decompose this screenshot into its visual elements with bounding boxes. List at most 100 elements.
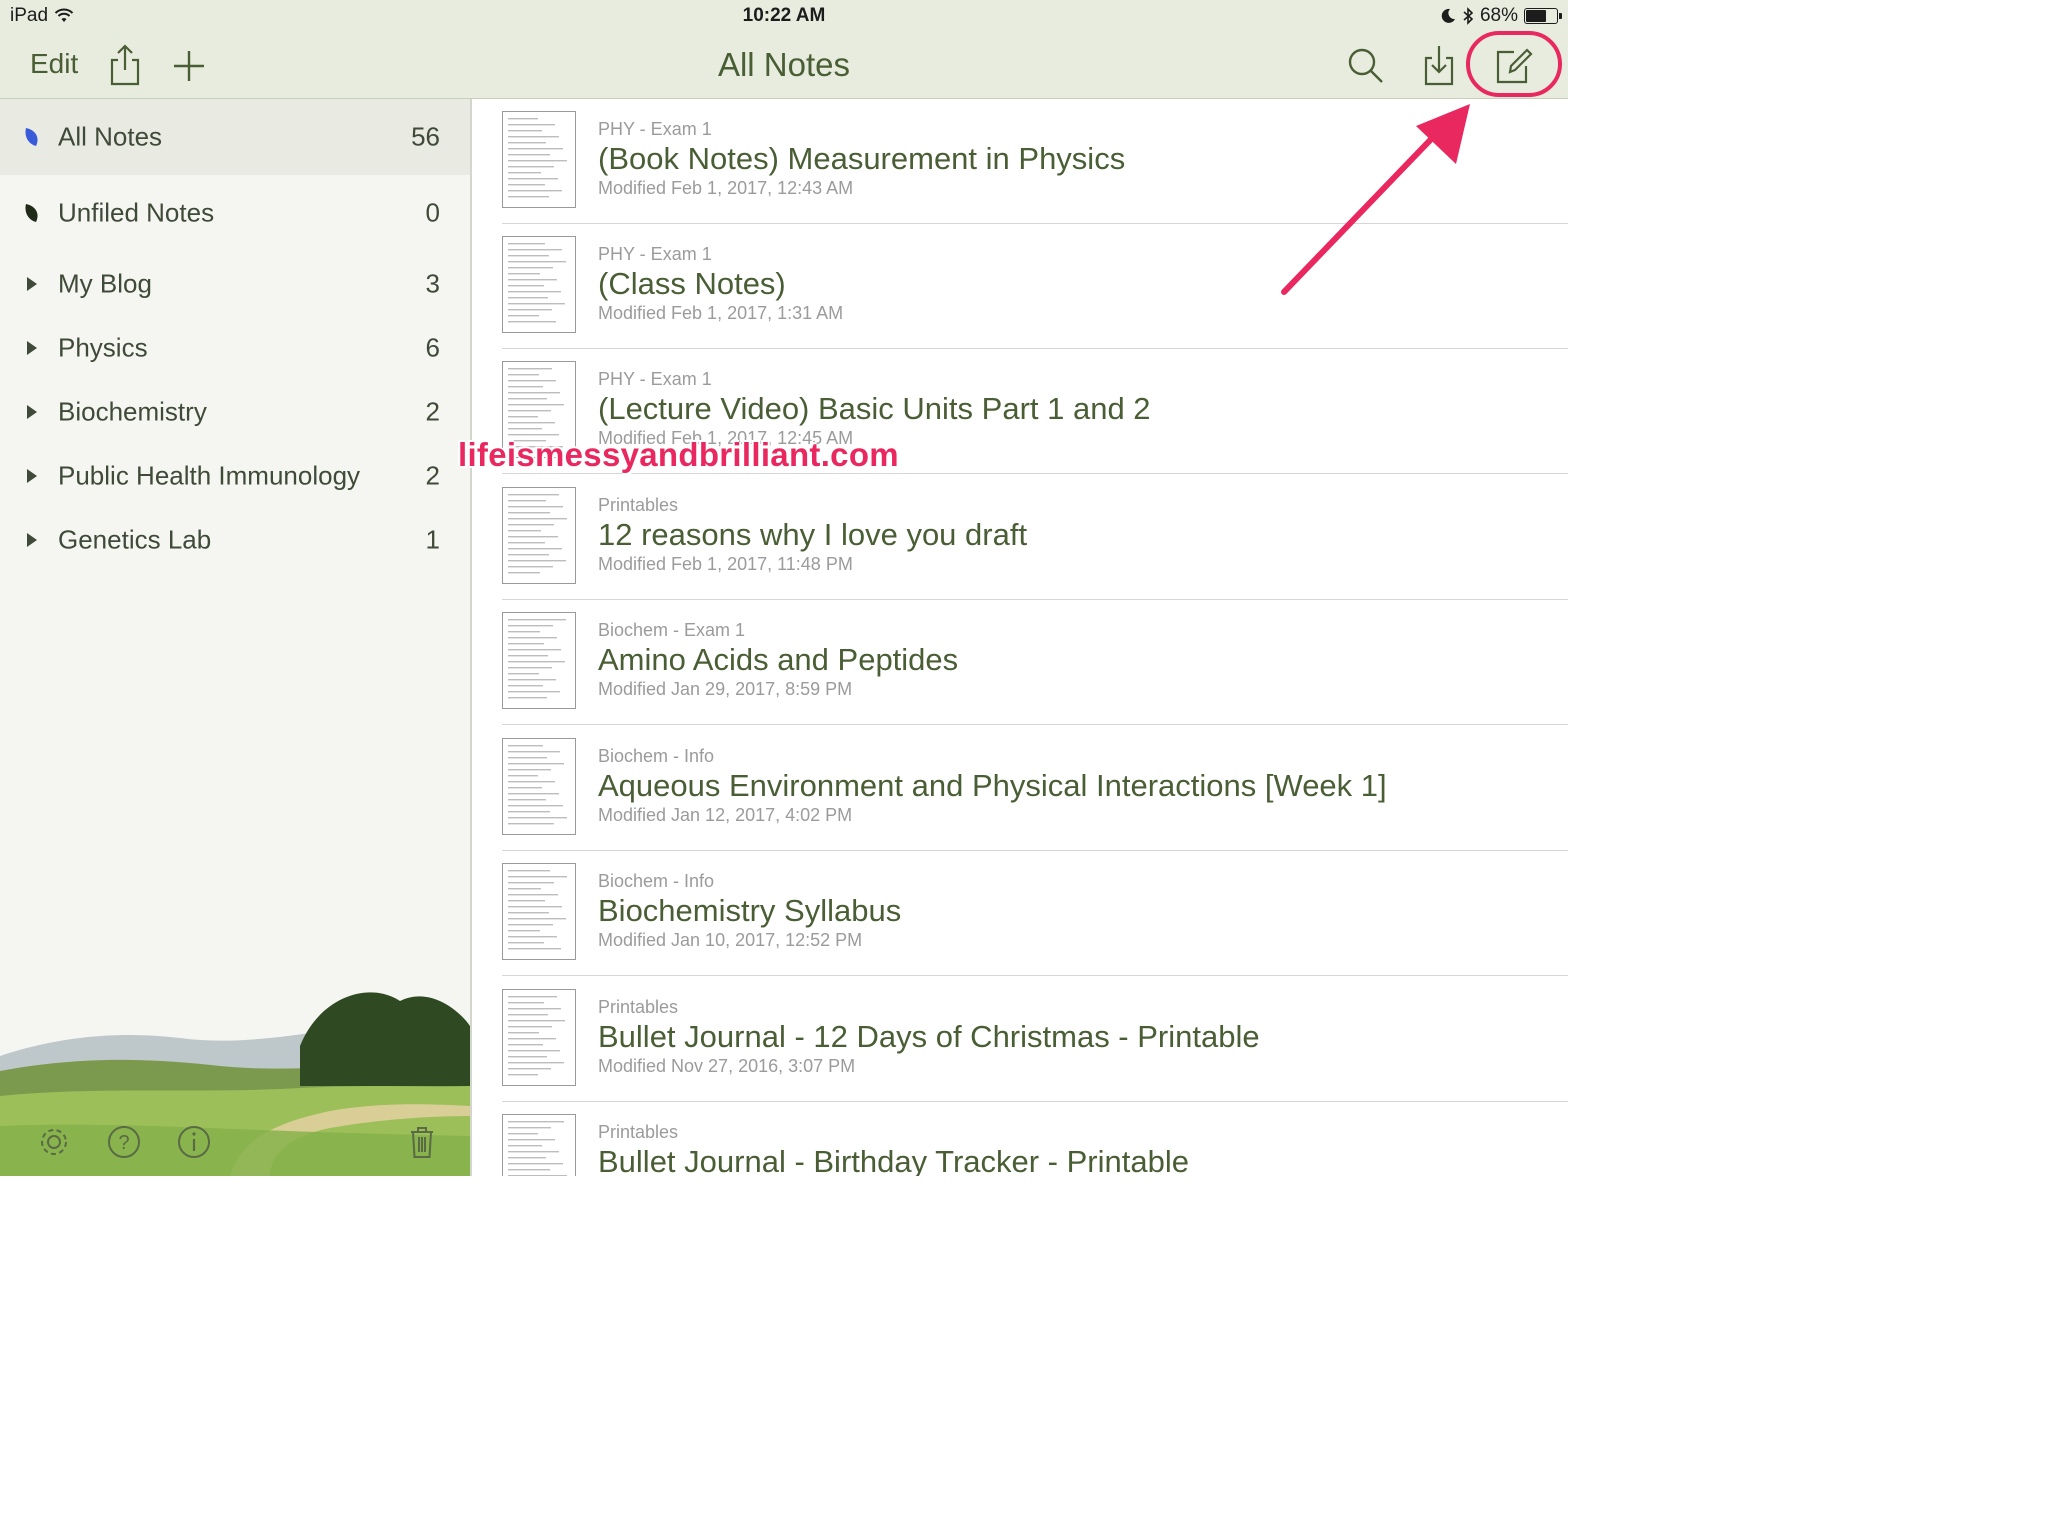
help-icon[interactable]: ? bbox=[104, 1122, 144, 1162]
sidebar-item-label: Genetics Lab bbox=[58, 524, 212, 555]
note-modified: Modified Feb 1, 2017, 11:48 PM bbox=[598, 554, 853, 574]
thumbnail-preview bbox=[508, 870, 567, 950]
note-row[interactable]: PHY - Exam 1 (Book Notes) Measurement in… bbox=[472, 99, 1568, 224]
note-notebook: PHY - Exam 1 bbox=[598, 244, 712, 264]
status-time: 10:22 AM bbox=[742, 5, 826, 26]
note-title: Bullet Journal - Birthday Tracker - Prin… bbox=[598, 1144, 1189, 1176]
sidebar-item-count: 1 bbox=[425, 524, 440, 555]
disclosure-triangle-icon[interactable] bbox=[22, 273, 42, 295]
svg-text:?: ? bbox=[118, 1132, 129, 1154]
note-notebook: Biochem - Info bbox=[598, 871, 715, 891]
sidebar-item-count: 3 bbox=[425, 268, 440, 299]
plus-icon[interactable] bbox=[164, 40, 214, 90]
share-icon[interactable] bbox=[100, 40, 150, 90]
sidebar-item-count: 2 bbox=[425, 460, 440, 491]
sidebar-item-physics[interactable]: Physics 6 bbox=[0, 316, 470, 380]
bluetooth-icon bbox=[1463, 7, 1474, 25]
note-title: Bullet Journal - 12 Days of Christmas - … bbox=[598, 1019, 1260, 1054]
note-title: Biochemistry Syllabus bbox=[598, 893, 902, 928]
sidebar-item-count: 56 bbox=[411, 121, 440, 152]
note-thumbnail bbox=[502, 236, 576, 333]
note-modified: Modified Nov 27, 2016, 3:07 PM bbox=[598, 1056, 856, 1076]
leaf-icon bbox=[25, 204, 38, 222]
sidebar-item-my-blog[interactable]: My Blog 3 bbox=[0, 252, 470, 316]
notes-list: PHY - Exam 1 (Book Notes) Measurement in… bbox=[472, 99, 1568, 1176]
sidebar-item-label: Biochemistry bbox=[58, 396, 207, 427]
compose-highlight-circle bbox=[1466, 31, 1562, 97]
moon-icon bbox=[1441, 8, 1455, 23]
sidebar-item-all-notes[interactable]: All Notes 56 bbox=[0, 99, 470, 175]
trash-icon[interactable] bbox=[402, 1122, 442, 1162]
note-modified: Modified Jan 10, 2017, 12:52 PM bbox=[598, 930, 863, 950]
note-thumbnail bbox=[502, 989, 576, 1086]
leaf-icon bbox=[25, 128, 38, 146]
note-title: Aqueous Environment and Physical Interac… bbox=[598, 768, 1387, 803]
thumbnail-preview bbox=[508, 1121, 567, 1176]
sidebar-item-unfiled-notes[interactable]: Unfiled Notes 0 bbox=[0, 181, 470, 245]
row-separator bbox=[502, 724, 1568, 725]
note-row[interactable]: Printables Bullet Journal - 12 Days of C… bbox=[472, 977, 1568, 1102]
sidebar: All Notes 56 Unfiled Notes 0 My Blog 3 P… bbox=[0, 99, 472, 1176]
sidebar-item-label: Unfiled Notes bbox=[58, 197, 215, 228]
note-notebook: Printables bbox=[598, 997, 679, 1017]
sidebar-item-genetics-lab[interactable]: Genetics Lab 1 bbox=[0, 508, 470, 572]
row-separator bbox=[502, 975, 1568, 976]
note-thumbnail bbox=[502, 738, 576, 835]
note-row[interactable]: Biochem - Info Biochemistry Syllabus Mod… bbox=[472, 851, 1568, 976]
battery-icon bbox=[1524, 8, 1562, 24]
note-thumbnail bbox=[502, 863, 576, 960]
page-title: All Notes bbox=[717, 46, 851, 83]
note-thumbnail bbox=[502, 111, 576, 208]
sidebar-item-count: 2 bbox=[425, 396, 440, 427]
edit-button[interactable]: Edit bbox=[30, 48, 78, 80]
note-row[interactable]: Printables Bullet Journal - Birthday Tra… bbox=[472, 1102, 1568, 1176]
sidebar-item-count: 0 bbox=[425, 197, 440, 228]
note-title: (Class Notes) bbox=[598, 266, 786, 301]
sidebar-item-label: My Blog bbox=[58, 268, 152, 299]
note-title: 12 reasons why I love you draft bbox=[598, 517, 1028, 552]
note-notebook: Printables bbox=[598, 1122, 679, 1142]
note-row[interactable]: Printables 12 reasons why I love you dra… bbox=[472, 475, 1568, 600]
note-title: (Lecture Video) Basic Units Part 1 and 2 bbox=[598, 391, 1151, 426]
note-thumbnail bbox=[502, 612, 576, 709]
note-thumbnail bbox=[502, 487, 576, 584]
sidebar-item-count: 6 bbox=[425, 332, 440, 363]
note-row[interactable]: PHY - Exam 1 (Class Notes) Modified Feb … bbox=[472, 224, 1568, 349]
status-right: 68% bbox=[1440, 5, 1562, 27]
note-modified: Modified Jan 29, 2017, 8:59 PM bbox=[598, 679, 853, 699]
settings-icon[interactable] bbox=[34, 1122, 74, 1162]
sidebar-item-label: Physics bbox=[58, 332, 148, 363]
sidebar-item-public-health-immunology[interactable]: Public Health Immunology 2 bbox=[0, 444, 470, 508]
disclosure-triangle-icon[interactable] bbox=[22, 337, 42, 359]
note-modified: Modified Feb 1, 2017, 12:43 AM bbox=[598, 178, 854, 198]
note-modified: Modified Feb 1, 2017, 1:31 AM bbox=[598, 303, 844, 323]
thumbnail-preview bbox=[508, 494, 567, 574]
nav-bar: Edit All Notes bbox=[0, 32, 1568, 99]
sidebar-item-label: All Notes bbox=[58, 121, 163, 152]
disclosure-triangle-icon[interactable] bbox=[22, 529, 42, 551]
thumbnail-preview bbox=[508, 619, 566, 699]
status-bar: iPad 10:22 AM 68% bbox=[0, 0, 1568, 32]
note-notebook: PHY - Exam 1 bbox=[598, 369, 712, 389]
note-title: Amino Acids and Peptides bbox=[598, 642, 959, 677]
note-row[interactable]: Biochem - Info Aqueous Environment and P… bbox=[472, 726, 1568, 851]
note-notebook: Biochem - Exam 1 bbox=[598, 620, 746, 640]
search-icon[interactable] bbox=[1340, 40, 1390, 90]
note-title: (Book Notes) Measurement in Physics bbox=[598, 141, 1126, 176]
watermark-text: lifeismessyandbrilliant.com bbox=[458, 436, 899, 473]
thumbnail-preview bbox=[508, 745, 567, 825]
info-icon[interactable] bbox=[174, 1122, 214, 1162]
disclosure-triangle-icon[interactable] bbox=[22, 401, 42, 423]
sidebar-item-biochemistry[interactable]: Biochemistry 2 bbox=[0, 380, 470, 444]
sidebar-item-label: Public Health Immunology bbox=[58, 460, 361, 491]
note-notebook: Printables bbox=[598, 495, 679, 515]
note-row[interactable]: Biochem - Exam 1 Amino Acids and Peptide… bbox=[472, 600, 1568, 725]
thumbnail-preview bbox=[508, 118, 567, 198]
download-icon[interactable] bbox=[1414, 40, 1464, 90]
note-notebook: PHY - Exam 1 bbox=[598, 119, 712, 139]
battery-percent: 68% bbox=[1479, 5, 1518, 26]
thumbnail-preview bbox=[508, 243, 566, 323]
thumbnail-preview bbox=[508, 996, 565, 1076]
note-thumbnail bbox=[502, 1114, 576, 1176]
disclosure-triangle-icon[interactable] bbox=[22, 465, 42, 487]
